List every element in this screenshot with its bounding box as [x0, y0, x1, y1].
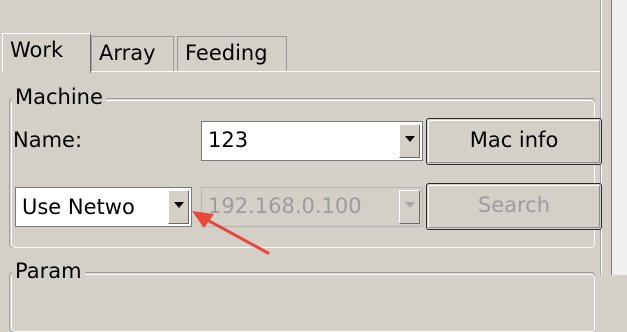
machine-legend: Machine — [12, 85, 106, 109]
param-groupbox — [9, 272, 595, 332]
mac-info-button-label: Mac info — [469, 128, 559, 152]
tab-array-label: Array — [99, 41, 156, 65]
chevron-down-icon — [399, 190, 420, 224]
search-button-label: Search — [477, 193, 551, 217]
name-label: Name: — [13, 128, 83, 152]
connection-type-select[interactable]: Use Netwo — [15, 187, 192, 227]
search-button[interactable]: Search — [426, 183, 602, 230]
chevron-down-icon[interactable] — [399, 124, 420, 158]
tab-work[interactable]: Work — [2, 33, 91, 73]
mac-info-button[interactable]: Mac info — [426, 118, 602, 165]
name-value: 123 — [208, 128, 249, 152]
param-legend: Param — [12, 259, 85, 283]
connection-type-value: Use Netwo — [22, 195, 135, 219]
tab-feeding-label: Feeding — [185, 41, 268, 65]
annotation-arrow-icon — [192, 211, 270, 255]
tab-array[interactable]: Array — [91, 36, 174, 71]
tab-panel-edge — [2, 71, 600, 72]
tab-feeding[interactable]: Feeding — [177, 36, 287, 71]
name-combobox[interactable]: 123 — [201, 121, 423, 161]
panel-border-shadow — [611, 0, 612, 275]
tab-work-label: Work — [10, 38, 64, 62]
window-right-edge — [612, 0, 627, 275]
